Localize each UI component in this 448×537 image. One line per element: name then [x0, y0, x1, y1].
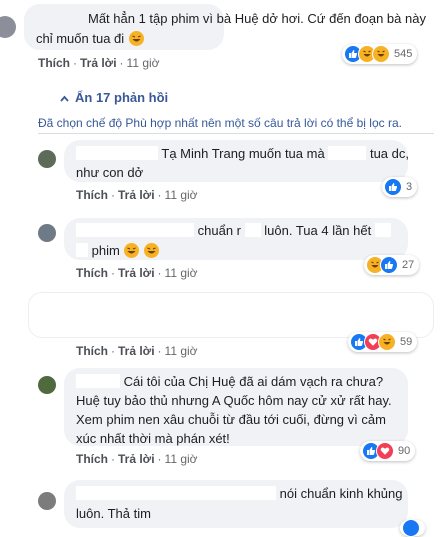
- like-button[interactable]: Thích: [38, 56, 70, 70]
- reaction-summary[interactable]: 545: [342, 44, 418, 64]
- reply-actions: Thích · Trả lời · 11 giờ: [76, 344, 198, 358]
- reply-actions: Thích · Trả lời · 11 giờ: [76, 452, 198, 466]
- redacted-name: [76, 146, 158, 160]
- like-icon: [384, 178, 402, 196]
- reply-text: Cái tôi của Chị Huệ đã ai dám vạch ra ch…: [76, 372, 400, 448]
- reply-button[interactable]: Trả lời: [118, 266, 155, 280]
- reply-text: Tạ Minh Trang muốn tua mà tua dc, như co…: [76, 144, 409, 182]
- timestamp[interactable]: 11 giờ: [165, 188, 198, 202]
- hide-replies-link[interactable]: Ẩn 17 phản hồi: [60, 90, 168, 105]
- reaction-summary[interactable]: 90: [360, 441, 416, 461]
- redacted-name: [328, 146, 367, 160]
- reply-actions: Thích · Trả lời · 11 giờ: [76, 188, 198, 202]
- haha-emoji-icon: [128, 31, 144, 46]
- timestamp[interactable]: 11 giờ: [165, 344, 198, 358]
- reply-button[interactable]: Trả lời: [118, 188, 155, 202]
- hide-replies-label: Ẩn 17 phản hồi: [75, 90, 169, 105]
- avatar[interactable]: [38, 224, 56, 242]
- haha-icon: [378, 333, 396, 351]
- like-button[interactable]: Thích: [76, 266, 108, 280]
- haha-emoji-icon: [144, 243, 160, 258]
- reaction-summary[interactable]: 3: [382, 177, 418, 197]
- reaction-count: 59: [400, 336, 413, 348]
- redacted-name: [76, 374, 120, 388]
- reaction-count: 3: [406, 181, 413, 193]
- filter-notice: Đã chọn chế độ Phù hợp nhất nên một số c…: [38, 116, 402, 130]
- reply-line1: chuẩn r: [197, 223, 241, 238]
- reaction-summary[interactable]: 27: [364, 255, 420, 275]
- reply-body: Cái tôi của Chị Huệ đã ai dám vạch ra ch…: [76, 374, 392, 446]
- timestamp[interactable]: 11 giờ: [165, 452, 198, 466]
- comment-actions: Thích · Trả lời · 11 giờ: [38, 56, 160, 70]
- timestamp[interactable]: 11 giờ: [127, 56, 160, 70]
- timestamp[interactable]: 11 giờ: [165, 266, 198, 280]
- reaction-summary[interactable]: [400, 519, 425, 537]
- reply-button[interactable]: Trả lời: [118, 344, 155, 358]
- reply-line1b: tua dc,: [369, 146, 409, 161]
- reply-line2: luôn. Thả tim: [76, 506, 151, 521]
- reply-line1b: luôn. Tua 4 lần hết: [264, 223, 372, 238]
- reply-line1: Tạ Minh Trang muốn tua mà: [161, 146, 325, 161]
- like-icon: [380, 256, 398, 274]
- reply-text: nói chuẩn kinh khủng luôn. Thả tim: [76, 484, 403, 524]
- redacted-name: [76, 243, 88, 257]
- reply-text: chuẩn r luôn. Tua 4 lần hết phim: [76, 221, 391, 261]
- reply-button[interactable]: Trả lời: [118, 452, 155, 466]
- comment-text: Mất hẳn 1 tập phim vì bà Huệ dở hơi. Cứ …: [36, 9, 426, 49]
- reaction-count: 27: [402, 259, 415, 271]
- like-button[interactable]: Thích: [76, 452, 108, 466]
- reaction-count: 90: [398, 445, 411, 457]
- reply-line2: phim: [91, 243, 120, 258]
- haha-icon: [372, 45, 390, 63]
- reply-line2: như con dở: [76, 165, 144, 180]
- reply-actions: Thích · Trả lời · 11 giờ: [76, 266, 198, 280]
- like-button[interactable]: Thích: [76, 188, 108, 202]
- redacted-name: [374, 223, 391, 237]
- redacted-name: [76, 223, 194, 237]
- redacted-name: [76, 486, 276, 500]
- redacted-name: [244, 223, 261, 237]
- avatar[interactable]: [0, 16, 16, 38]
- like-button[interactable]: Thích: [76, 344, 108, 358]
- chevron-up-icon: [60, 90, 69, 105]
- reply-button[interactable]: Trả lời: [80, 56, 117, 70]
- reply-line1: nói chuẩn kinh khủng: [279, 486, 403, 501]
- like-icon: [402, 519, 420, 537]
- haha-emoji-icon: [124, 243, 140, 258]
- avatar[interactable]: [38, 492, 56, 510]
- reaction-summary[interactable]: 59: [348, 332, 418, 352]
- divider: [38, 133, 434, 134]
- reaction-count: 545: [394, 48, 413, 60]
- avatar[interactable]: [38, 150, 56, 168]
- avatar[interactable]: [38, 376, 56, 394]
- heart-icon: [376, 442, 394, 460]
- comment-body: Mất hẳn 1 tập phim vì bà Huệ dở hơi. Cứ …: [36, 11, 426, 46]
